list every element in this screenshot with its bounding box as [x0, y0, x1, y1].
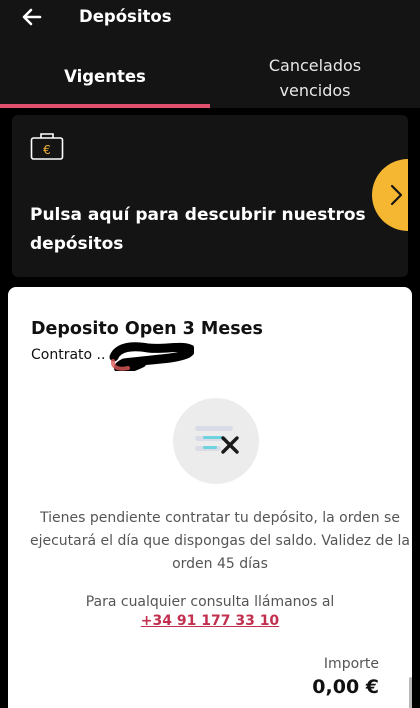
promo-arrow-button[interactable] — [372, 159, 408, 231]
redaction-scribble — [109, 342, 194, 371]
wallet-euro-icon: € — [30, 133, 64, 160]
discover-deposits-banner[interactable]: € Pulsa aquí para descubrir nuestros dep… — [12, 115, 408, 277]
contract-label: Contrato .. — [31, 347, 106, 363]
tab-cancelados-vencidos[interactable]: Cancelados vencidos — [210, 36, 420, 108]
pending-order-notice: Tienes pendiente contratar tu depósito, … — [29, 510, 410, 572]
phone-number[interactable]: +34 91 177 33 10 — [141, 613, 279, 629]
scrollbar[interactable] — [409, 677, 412, 708]
document-cancel-icon — [173, 398, 259, 484]
deposit-card[interactable]: Deposito Open 3 Meses Contrato .. Tienes… — [8, 287, 412, 708]
promo-text: Pulsa aquí para descubrir nuestros depós… — [30, 205, 366, 254]
tab-vigentes[interactable]: Vigentes — [0, 36, 210, 108]
page-title: Depósitos — [79, 7, 172, 26]
tab-cancelados-vencidos-label: Cancelados vencidos — [268, 56, 362, 100]
consult-text: Para cualquier consulta llámanos al — [85, 594, 335, 610]
svg-text:€: € — [43, 143, 51, 157]
amount-value: 0,00 € — [312, 676, 379, 698]
top-app-bar: Depósitos — [0, 0, 420, 36]
phone-link[interactable]: +34 91 177 33 10 — [8, 611, 412, 631]
chevron-right-icon — [390, 184, 403, 206]
arrow-left-icon[interactable] — [18, 3, 46, 31]
tab-bar: Vigentes Cancelados vencidos — [0, 36, 420, 108]
amount-label: Importe — [323, 656, 379, 672]
tab-active-indicator — [0, 104, 210, 108]
tab-vigentes-label: Vigentes — [64, 67, 146, 86]
deposit-title: Deposito Open 3 Meses — [31, 319, 263, 339]
